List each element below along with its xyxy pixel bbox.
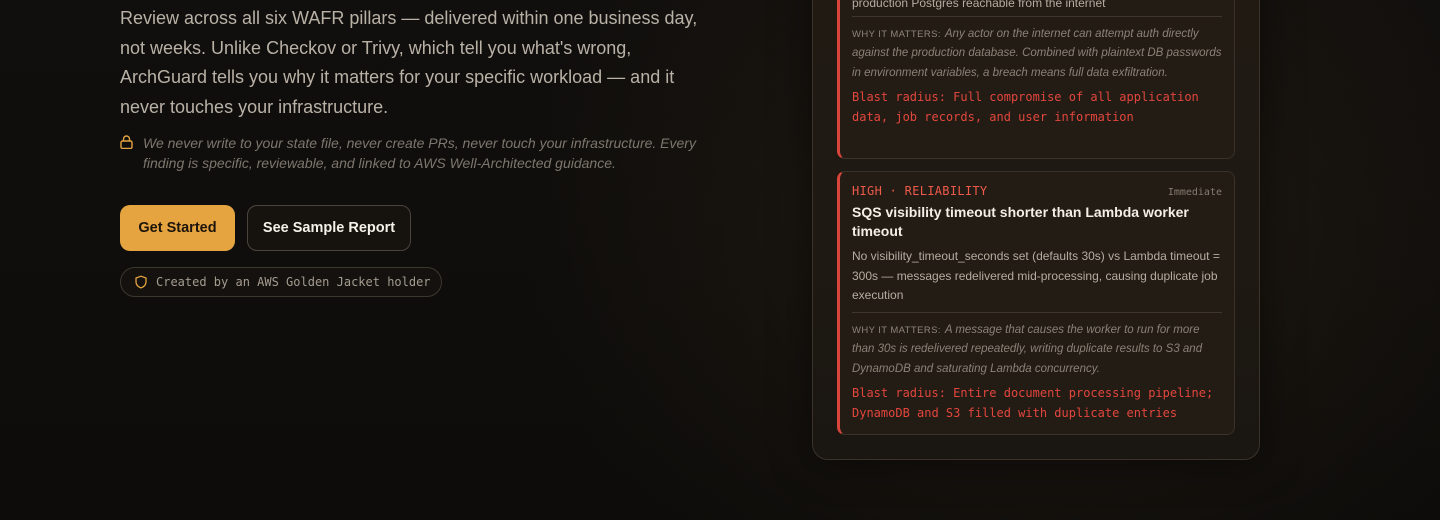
finding-2-timing: Immediate xyxy=(1167,187,1222,198)
finding-2-title: SQS visibility timeout shorter than Lamb… xyxy=(852,204,1189,239)
privacy-note-text: We never write to your state file, never… xyxy=(143,135,696,171)
finding-card-1: production Postgres reachable from the i… xyxy=(837,0,1235,159)
finding-1-divider xyxy=(852,15,1222,17)
finding-2-why: WHY IT MATTERS: A message that causes the… xyxy=(852,321,1222,380)
finding-2-blast-radius: Blast radius: Entire document processing… xyxy=(852,386,1214,420)
finding-2-why-label: WHY IT MATTERS: xyxy=(852,324,941,336)
finding-2-severity: HIGH · RELIABILITY xyxy=(852,184,988,198)
finding-card-2: HIGH · RELIABILITY Immediate SQS visibil… xyxy=(837,171,1235,435)
lock-icon xyxy=(120,135,133,149)
golden-jacket-badge: Created by an AWS Golden Jacket holder xyxy=(120,267,442,297)
hero-description: Review across all six WAFR pillars — del… xyxy=(120,8,698,117)
finding-1-blast-radius: Blast radius: Full compromise of all app… xyxy=(852,90,1199,124)
finding-2-description: No visibility_timeout_seconds set (defau… xyxy=(852,249,1220,302)
badge-text: Created by an AWS Golden Jacket holder xyxy=(156,275,431,289)
finding-2-divider xyxy=(852,311,1222,313)
shield-icon xyxy=(135,275,147,289)
finding-1-description: production Postgres reachable from the i… xyxy=(852,0,1106,10)
get-started-button[interactable]: Get Started xyxy=(120,205,235,251)
privacy-note: We never write to your state file, never… xyxy=(120,133,700,173)
see-sample-report-button[interactable]: See Sample Report xyxy=(247,205,411,251)
finding-1-why-label: WHY IT MATTERS: xyxy=(852,28,941,40)
finding-1-why: WHY IT MATTERS: Any actor on the internet… xyxy=(852,25,1222,84)
